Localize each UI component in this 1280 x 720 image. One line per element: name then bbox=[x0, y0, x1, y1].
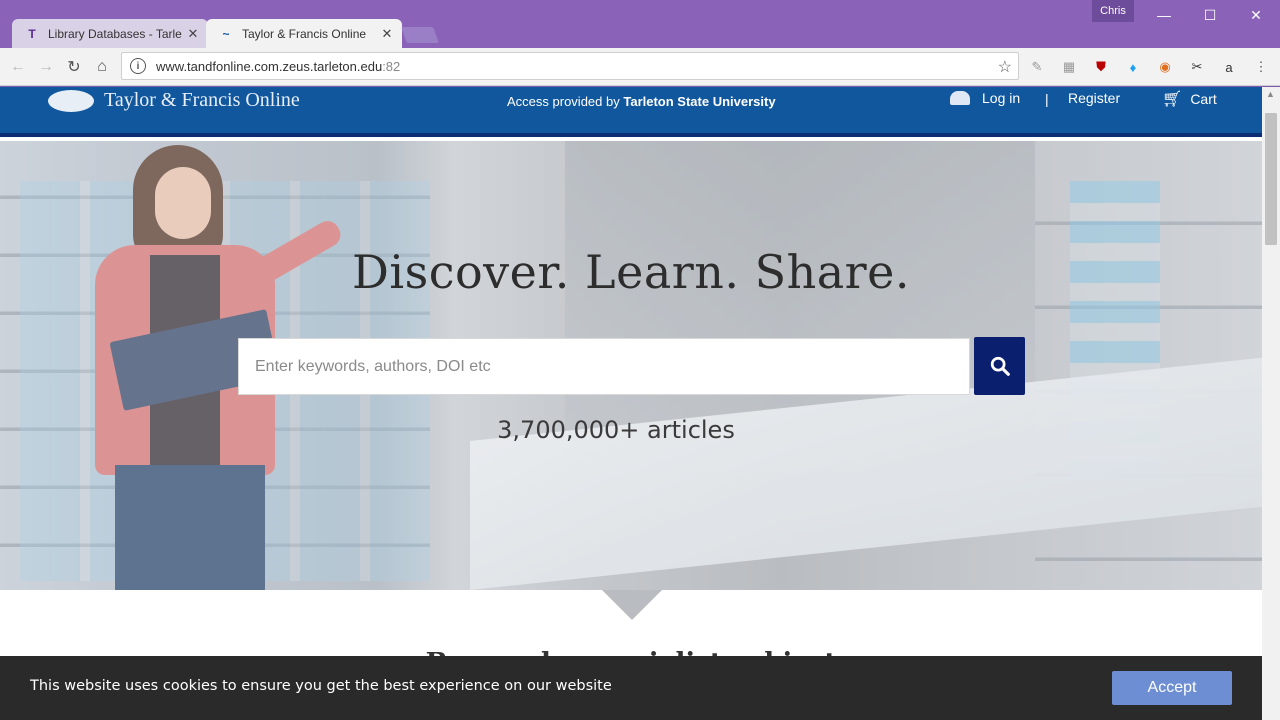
cookie-banner: This website uses cookies to ensure you … bbox=[0, 656, 1262, 720]
search-icon bbox=[990, 356, 1010, 376]
home-icon[interactable]: ⌂ bbox=[90, 55, 114, 79]
login-link[interactable]: Log in bbox=[950, 90, 1020, 106]
login-label: Log in bbox=[982, 90, 1021, 106]
menu-icon[interactable]: ⋮ bbox=[1251, 57, 1271, 77]
tab-taylor-francis[interactable]: ~ Taylor & Francis Online ✕ bbox=[206, 19, 402, 48]
page-scrollbar[interactable]: ▲ bbox=[1262, 87, 1280, 720]
register-link[interactable]: Register bbox=[1068, 90, 1120, 106]
new-tab-button[interactable] bbox=[401, 27, 439, 43]
bookmark-star-icon[interactable]: ☆ bbox=[998, 57, 1012, 77]
close-window-icon[interactable]: ✕ bbox=[1238, 4, 1274, 26]
search-input[interactable] bbox=[255, 357, 969, 376]
browser-titlebar: T Library Databases - Tarle ✕ ~ Taylor &… bbox=[0, 0, 1280, 48]
ext-amazon-icon[interactable]: a bbox=[1219, 57, 1239, 77]
access-institution: Tarleton State University bbox=[623, 94, 776, 109]
tab-title: Library Databases - Tarle bbox=[48, 26, 182, 41]
logo-swoosh-icon bbox=[48, 89, 94, 112]
cookie-message: This website uses cookies to ensure you … bbox=[30, 678, 612, 694]
header-separator: | bbox=[1045, 91, 1049, 107]
close-tab-icon[interactable]: ✕ bbox=[184, 26, 202, 42]
ext-ublock-icon[interactable]: ⛊ bbox=[1091, 57, 1111, 77]
close-tab-icon[interactable]: ✕ bbox=[378, 26, 396, 42]
access-prefix: Access provided by bbox=[507, 94, 620, 109]
search-button[interactable] bbox=[974, 337, 1025, 395]
cart-label: Cart bbox=[1190, 91, 1217, 107]
cart-link[interactable]: 🛒︎ Cart bbox=[1162, 89, 1217, 109]
profile-button[interactable]: Chris bbox=[1092, 0, 1134, 22]
browser-toolbar: ← → ↻ ⌂ i www.tandfonline.com.zeus.tarle… bbox=[0, 48, 1280, 86]
url-port: :82 bbox=[382, 58, 401, 74]
scrollbar-thumb[interactable] bbox=[1265, 113, 1277, 245]
ext-globe-icon[interactable]: ◉ bbox=[1155, 57, 1175, 77]
logo-text: Taylor & Francis Online bbox=[104, 89, 300, 111]
hero-title: Discover. Learn. Share. bbox=[352, 245, 910, 299]
scroll-up-icon[interactable]: ▲ bbox=[1266, 89, 1275, 99]
minimize-icon[interactable]: — bbox=[1146, 4, 1182, 26]
accept-cookies-button[interactable]: Accept bbox=[1112, 671, 1232, 705]
address-bar[interactable]: i www.tandfonline.com.zeus.tarleton.edu:… bbox=[121, 52, 1019, 80]
article-count: 3,700,000+ articles bbox=[497, 416, 735, 444]
access-provided-by: Access provided by Tarleton State Univer… bbox=[507, 94, 776, 109]
page-viewport: Taylor & Francis Online Access provided … bbox=[0, 87, 1262, 720]
tab-library-databases[interactable]: T Library Databases - Tarle ✕ bbox=[12, 19, 208, 48]
reload-icon[interactable]: ↻ bbox=[62, 55, 86, 79]
maximize-icon[interactable]: ☐ bbox=[1192, 4, 1228, 26]
user-icon bbox=[950, 91, 970, 105]
ext-ninja-icon[interactable]: ✂ bbox=[1187, 57, 1207, 77]
tandf-favicon-icon: ~ bbox=[222, 26, 230, 41]
ext-puzzle-icon[interactable]: ▦ bbox=[1059, 57, 1079, 77]
hero-banner: Discover. Learn. Share. 3,700,000+ artic… bbox=[0, 141, 1262, 590]
tandf-logo[interactable]: Taylor & Francis Online bbox=[48, 89, 300, 112]
section-pointer bbox=[602, 590, 662, 620]
cart-icon: 🛒︎ bbox=[1162, 91, 1183, 108]
site-info-icon[interactable]: i bbox=[130, 58, 146, 74]
url-host: www.tandfonline.com.zeus.tarleton.edu bbox=[156, 58, 383, 74]
ext-twitter-icon[interactable]: ♦ bbox=[1123, 57, 1143, 77]
tarleton-favicon-icon: T bbox=[28, 26, 36, 41]
search-field-wrapper[interactable] bbox=[238, 338, 970, 395]
site-header: Taylor & Francis Online Access provided … bbox=[0, 87, 1262, 137]
back-icon[interactable]: ← bbox=[6, 55, 30, 79]
forward-icon[interactable]: → bbox=[34, 55, 58, 79]
tab-title: Taylor & Francis Online bbox=[242, 26, 367, 41]
ext-pen-icon[interactable]: ✎ bbox=[1027, 57, 1047, 77]
